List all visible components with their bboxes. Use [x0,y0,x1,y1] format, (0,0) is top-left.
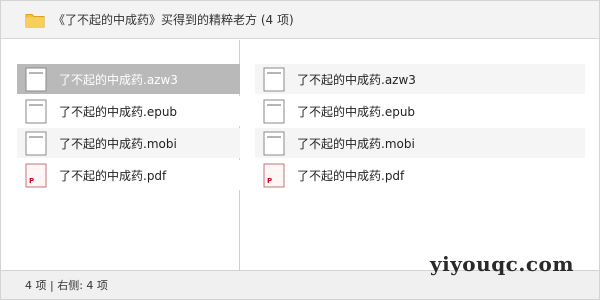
right-pane[interactable]: 了不起的中成药.azw3 了不起的中成药.epub 了不起的中成药.mobi P… [241,40,599,270]
document-icon [263,131,285,156]
right-file-list: 了不起的中成药.azw3 了不起的中成药.epub 了不起的中成药.mobi P… [255,64,585,192]
document-icon [263,67,285,92]
watermark: yiyouqc.com [429,252,574,276]
svg-text:P: P [29,177,34,185]
right-file-row-mobi[interactable]: 了不起的中成药.mobi [255,128,585,158]
left-file-row-mobi[interactable]: 了不起的中成药.mobi [17,128,240,158]
file-name: 了不起的中成药.mobi [297,136,415,151]
right-file-row-pdf[interactable]: P 了不起的中成药.pdf [255,160,585,190]
folder-icon [25,12,45,28]
left-file-row-pdf[interactable]: P 了不起的中成药.pdf [17,160,240,190]
right-file-row-azw3[interactable]: 了不起的中成药.azw3 [255,64,585,94]
file-name: 了不起的中成药.azw3 [297,72,416,87]
file-name: 了不起的中成药.epub [59,104,178,119]
window-title: 《了不起的中成药》买得到的精粹老方 (4 项) [53,13,294,27]
document-icon [263,99,285,124]
document-icon [25,99,47,124]
left-file-row-azw3[interactable]: 了不起的中成药.azw3 [17,64,240,94]
file-name: 了不起的中成药.mobi [59,136,177,151]
file-name: 了不起的中成药.epub [297,104,416,119]
svg-text:P: P [267,177,272,185]
left-file-list: 了不起的中成药.azw3 了不起的中成药.epub 了不起的中成药.mobi P… [17,64,240,192]
file-name: 了不起的中成药.pdf [59,168,167,183]
file-name: 了不起的中成药.azw3 [59,72,178,87]
title-bar: 《了不起的中成药》买得到的精粹老方 (4 项) [1,1,599,39]
document-icon [25,67,47,92]
pdf-icon: P [263,163,285,188]
left-pane[interactable]: 了不起的中成药.azw3 了不起的中成药.epub 了不起的中成药.mobi P… [1,40,240,270]
right-file-row-epub[interactable]: 了不起的中成药.epub [255,96,585,126]
document-icon [25,131,47,156]
file-name: 了不起的中成药.pdf [297,168,405,183]
pdf-icon: P [25,163,47,188]
status-text: 4 项 | 右侧: 4 项 [25,279,108,292]
left-file-row-epub[interactable]: 了不起的中成药.epub [17,96,240,126]
